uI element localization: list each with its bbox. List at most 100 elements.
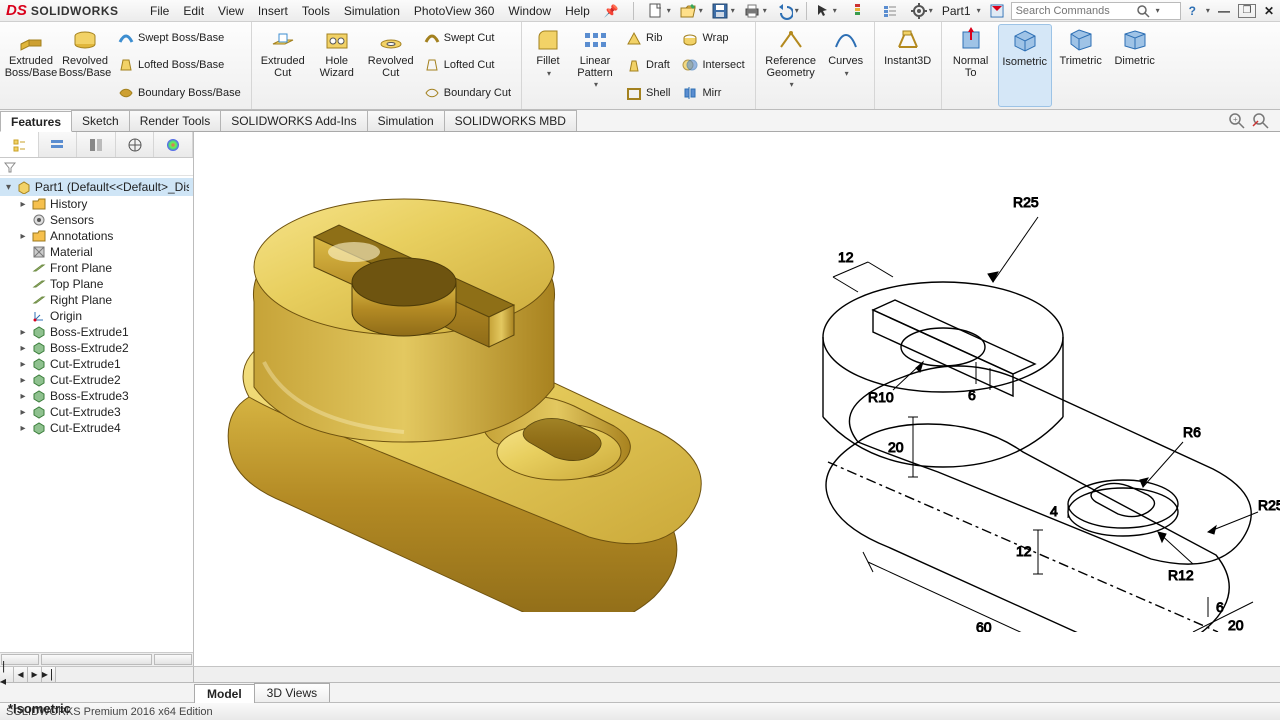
search-dropdown-icon[interactable]: ▾ (1156, 6, 1160, 15)
tab-render-tools[interactable]: Render Tools (129, 110, 222, 131)
tree-item[interactable]: ▸History (0, 196, 193, 212)
extruded-cut-button[interactable]: Extruded Cut (258, 24, 308, 107)
menu-view[interactable]: View (212, 2, 250, 20)
boundary-boss-button[interactable]: Boundary Boss/Base (114, 83, 245, 103)
dimetric-button[interactable]: Dimetric (1110, 24, 1160, 107)
curves-button[interactable]: Curves▾ (824, 24, 868, 107)
hole-wizard-button[interactable]: Hole Wizard (312, 24, 362, 107)
revolved-cut-button[interactable]: Revolved Cut (366, 24, 416, 107)
instant3d-button[interactable]: Instant3D (881, 24, 935, 107)
select-button[interactable]: ▾ (813, 1, 839, 21)
menu-pin-icon[interactable]: 📌 (598, 2, 625, 20)
bottom-tab-model[interactable]: Model (194, 684, 255, 703)
tab-features[interactable]: Features (0, 111, 72, 132)
minimize-button[interactable]: — (1218, 4, 1230, 18)
shell-button[interactable]: Shell (622, 83, 674, 103)
fm-hscroll[interactable] (0, 652, 193, 666)
search-icon[interactable] (1132, 4, 1154, 18)
tree-item[interactable]: Origin (0, 308, 193, 324)
normal-to-button[interactable]: Normal To (948, 24, 994, 107)
collapse-icon[interactable]: ▾ (4, 182, 13, 193)
menu-photoview[interactable]: PhotoView 360 (408, 2, 501, 20)
new-button[interactable]: ▾ (646, 1, 672, 21)
save-button[interactable]: ▾ (710, 1, 736, 21)
tree-item[interactable]: ▸Cut-Extrude1 (0, 356, 193, 372)
tree-item[interactable]: Front Plane (0, 260, 193, 276)
search-commands[interactable]: ▾ (1011, 2, 1181, 20)
search-input[interactable] (1012, 5, 1132, 17)
boundary-cut-button[interactable]: Boundary Cut (420, 83, 515, 103)
fm-tab-config[interactable] (77, 132, 116, 157)
fillet-button[interactable]: Fillet▾ (528, 24, 568, 107)
menu-window[interactable]: Window (502, 2, 557, 20)
doc-name-dropdown-icon[interactable]: ▾ (977, 6, 981, 15)
isometric-button[interactable]: Isometric (998, 24, 1052, 107)
zoom-area-icon[interactable] (1252, 112, 1270, 130)
tree-item[interactable]: ▸Cut-Extrude2 (0, 372, 193, 388)
menu-file[interactable]: File (144, 2, 175, 20)
graphics-viewport[interactable] (194, 132, 737, 666)
expand-icon[interactable]: ▸ (18, 327, 28, 338)
rebuild-button[interactable] (845, 1, 871, 21)
expand-icon[interactable]: ▸ (18, 231, 28, 242)
help-button[interactable]: ? (1189, 4, 1196, 18)
trimetric-button[interactable]: Trimetric (1056, 24, 1106, 107)
tree-item[interactable]: Material (0, 244, 193, 260)
wrap-button[interactable]: Wrap (678, 28, 748, 48)
tree-item[interactable]: Top Plane (0, 276, 193, 292)
fm-tab-appearance[interactable] (154, 132, 193, 157)
mirror-button[interactable]: Mirr (678, 83, 748, 103)
close-button[interactable]: ✕ (1264, 4, 1274, 18)
tab-simulation[interactable]: Simulation (367, 110, 445, 131)
extruded-boss-button[interactable]: Extruded Boss/Base (6, 24, 56, 107)
fm-tab-tree[interactable] (0, 132, 39, 157)
lofted-boss-button[interactable]: Lofted Boss/Base (114, 55, 245, 75)
tree-item[interactable]: ▸Boss-Extrude1 (0, 324, 193, 340)
revolved-boss-button[interactable]: Revolved Boss/Base (60, 24, 110, 107)
lofted-cut-button[interactable]: Lofted Cut (420, 55, 515, 75)
tree-item[interactable]: ▸Cut-Extrude3 (0, 404, 193, 420)
draft-button[interactable]: Draft (622, 55, 674, 75)
fm-tab-property[interactable] (39, 132, 78, 157)
tab-mbd[interactable]: SOLIDWORKS MBD (444, 110, 577, 131)
open-button[interactable]: ▾ (678, 1, 704, 21)
fm-filter-row[interactable] (0, 158, 193, 176)
feature-tree[interactable]: ▾ Part1 (Default<<Default>_Displa ▸Histo… (0, 176, 193, 652)
menu-simulation[interactable]: Simulation (338, 2, 406, 20)
expand-icon[interactable]: ▸ (18, 407, 28, 418)
expand-icon[interactable]: ▸ (18, 199, 28, 210)
menu-tools[interactable]: Tools (296, 2, 336, 20)
menu-insert[interactable]: Insert (252, 2, 294, 20)
options-button[interactable] (877, 1, 903, 21)
fm-tab-dim[interactable] (116, 132, 155, 157)
linear-pattern-button[interactable]: Linear Pattern▾ (572, 24, 618, 107)
tree-item[interactable]: ▸Cut-Extrude4 (0, 420, 193, 436)
bottom-tab-3dviews[interactable]: 3D Views (254, 683, 330, 702)
tree-item[interactable]: ▸Annotations (0, 228, 193, 244)
menu-help[interactable]: Help (559, 2, 596, 20)
swept-cut-button[interactable]: Swept Cut (420, 28, 515, 48)
tab-addins[interactable]: SOLIDWORKS Add-Ins (220, 110, 367, 131)
config-nav-arrows[interactable]: |◂◂▸▸| (0, 667, 56, 682)
restore-button[interactable]: ❐ (1238, 4, 1256, 18)
expand-icon[interactable]: ▸ (18, 375, 28, 386)
rib-button[interactable]: Rib (622, 28, 674, 48)
tree-item[interactable]: ▸Boss-Extrude2 (0, 340, 193, 356)
menu-edit[interactable]: Edit (177, 2, 210, 20)
expand-icon[interactable]: ▸ (18, 391, 28, 402)
tree-root[interactable]: ▾ Part1 (Default<<Default>_Displa (0, 178, 193, 196)
swept-boss-button[interactable]: Swept Boss/Base (114, 28, 245, 48)
zoom-fit-icon[interactable]: + (1228, 112, 1246, 130)
settings-button[interactable]: ▾ (909, 1, 935, 21)
reference-geometry-button[interactable]: Reference Geometry▾ (762, 24, 820, 107)
tree-item[interactable]: ▸Boss-Extrude3 (0, 388, 193, 404)
expand-icon[interactable]: ▸ (18, 359, 28, 370)
intersect-button[interactable]: Intersect (678, 55, 748, 75)
tab-sketch[interactable]: Sketch (71, 110, 130, 131)
undo-button[interactable]: ▾ (774, 1, 800, 21)
tree-item[interactable]: Right Plane (0, 292, 193, 308)
tree-item[interactable]: Sensors (0, 212, 193, 228)
print-button[interactable]: ▾ (742, 1, 768, 21)
expand-icon[interactable]: ▸ (18, 343, 28, 354)
expand-icon[interactable]: ▸ (18, 423, 28, 434)
